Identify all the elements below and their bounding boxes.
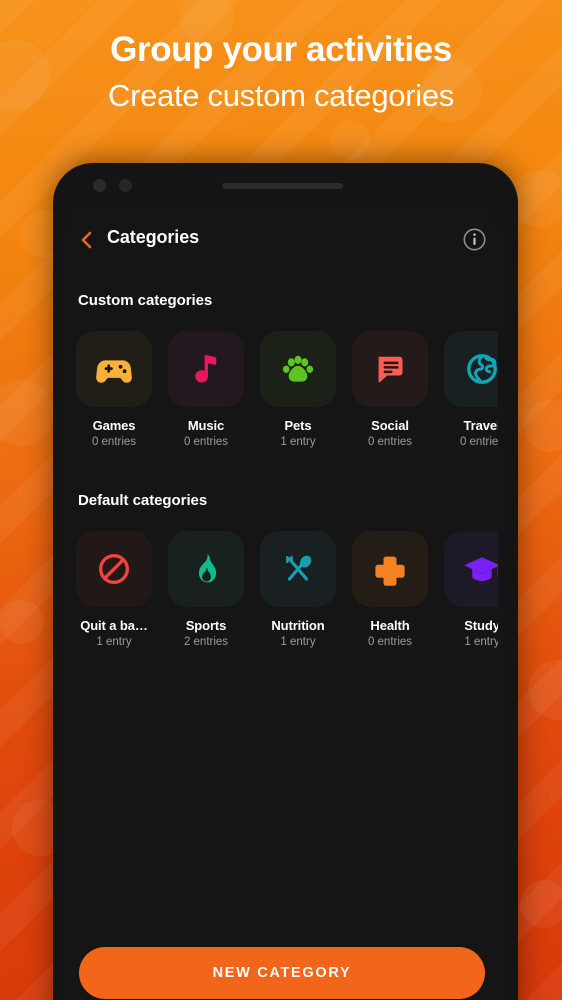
gamepad-icon (96, 360, 132, 383)
default-category-row[interactable]: Quit a ba… 1 entry Sports 2 entries Nutr… (66, 509, 498, 648)
music-tile-icon-box (168, 331, 244, 407)
category-name: Nutrition (271, 618, 325, 633)
globe-icon (467, 354, 497, 384)
category-tile-social[interactable]: Social 0 entries (352, 331, 428, 448)
category-tile-quit-a-bad-habit[interactable]: Quit a ba… 1 entry (76, 531, 152, 648)
app-bar: Categories (66, 210, 498, 270)
section-default-categories: Default categories Quit a ba… 1 entry Sp… (66, 448, 498, 648)
category-count: 1 entry (280, 436, 316, 448)
graduation-cap-icon (464, 557, 498, 581)
sports-tile-icon-box (168, 531, 244, 607)
chat-bubble-icon (378, 356, 403, 383)
prohibition-icon (99, 554, 129, 584)
category-count: 1 entry (96, 636, 132, 648)
quit-tile-icon-box (76, 531, 152, 607)
category-name: Music (187, 418, 225, 433)
camera-sensor-icon (119, 179, 132, 192)
travel-tile-icon-box (444, 331, 498, 407)
fork-spoon-icon (286, 555, 312, 581)
category-count: 0 entries (183, 436, 229, 448)
promo-title: Group your activities (110, 30, 452, 69)
study-tile-icon-box (444, 531, 498, 607)
games-tile-icon-box (76, 331, 152, 407)
category-name: Sports (185, 618, 227, 633)
category-tile-nutrition[interactable]: Nutrition 1 entry (260, 531, 336, 648)
phone-mockup: Categories Custom categories Games 0 ent… (53, 163, 518, 1000)
social-tile-icon-box (352, 331, 428, 407)
category-name: Games (92, 418, 136, 433)
category-count: 1 entry (464, 636, 498, 648)
category-name: Social (371, 418, 409, 433)
pets-tile-icon-box (260, 331, 336, 407)
category-count: 0 entries (367, 436, 413, 448)
category-count: 2 entries (183, 636, 229, 648)
nutrition-tile-icon-box (260, 531, 336, 607)
promo-screenshot: Group your activities Create custom cate… (0, 0, 562, 1000)
camera-lens-icon (93, 179, 106, 192)
category-tile-games[interactable]: Games 0 entries (76, 331, 152, 448)
category-name: Quit a ba… (80, 618, 148, 633)
section-heading-default: Default categories (78, 492, 208, 509)
category-name: Pets (284, 418, 312, 433)
medical-cross-icon (375, 556, 405, 586)
promo-subtitle: Create custom categories (107, 77, 454, 113)
category-count: 0 entries (459, 436, 498, 448)
health-tile-icon-box (352, 531, 428, 607)
category-name: Health (370, 618, 410, 633)
flame-icon (198, 554, 217, 583)
category-tile-music[interactable]: Music 0 entries (168, 331, 244, 448)
category-tile-study[interactable]: Study 1 entry (444, 531, 498, 648)
category-name: Travel (463, 418, 499, 433)
category-tile-health[interactable]: Health 0 entries (352, 531, 428, 648)
earpiece-speaker (222, 183, 343, 189)
music-note-icon (195, 355, 217, 383)
info-icon[interactable] (462, 227, 487, 252)
page-title: Categories (107, 227, 200, 247)
custom-category-row[interactable]: Games 0 entries Music 0 entries Pets 1 e… (66, 309, 498, 448)
phone-top-bezel (53, 163, 518, 210)
category-count: 1 entry (280, 636, 316, 648)
category-count: 0 entries (367, 636, 413, 648)
promo-header: Group your activities Create custom cate… (0, 0, 562, 113)
category-count: 0 entries (91, 436, 137, 448)
back-arrow-icon[interactable] (75, 227, 99, 253)
category-tile-sports[interactable]: Sports 2 entries (168, 531, 244, 648)
section-heading-custom: Custom categories (78, 292, 213, 309)
paw-icon (282, 355, 314, 382)
category-name: Study (464, 618, 498, 633)
app-screen: Categories Custom categories Games 0 ent… (66, 210, 498, 1000)
section-custom-categories: Custom categories Games 0 entries Music … (66, 270, 498, 448)
cta-container: NEW CATEGORY (66, 947, 498, 1000)
category-tile-travel[interactable]: Travel 0 entries (444, 331, 498, 448)
new-category-button[interactable]: NEW CATEGORY (79, 947, 485, 999)
category-tile-pets[interactable]: Pets 1 entry (260, 331, 336, 448)
